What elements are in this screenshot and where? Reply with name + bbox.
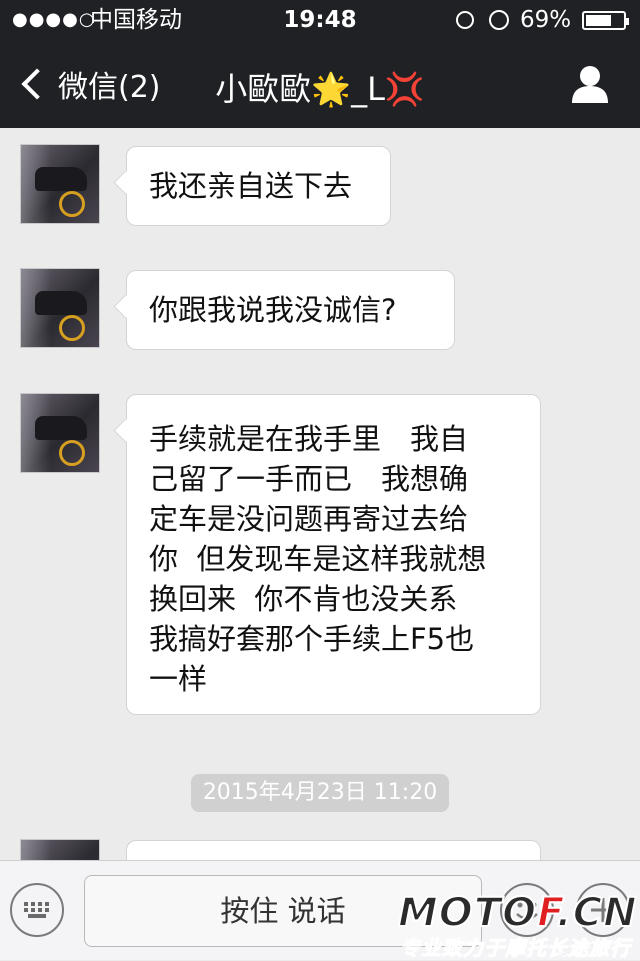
keyboard-toggle-button[interactable] xyxy=(10,883,64,937)
contact-avatar[interactable] xyxy=(20,144,100,224)
battery-tip xyxy=(626,18,629,25)
rotation-lock-icon xyxy=(456,11,474,29)
chat-area[interactable]: 我还亲自送下去 你跟我说我没诚信? 手续就是在我手里 我自 己留了一手而已 我想… xyxy=(0,128,640,860)
battery-fill xyxy=(586,15,611,26)
person-icon xyxy=(572,66,608,103)
chat-title: 小歐歐🌟_L💢 xyxy=(215,70,425,108)
message-bubble[interactable]: 你跟我说我没诚信? xyxy=(126,270,455,350)
message-text: 我搞好套那个手续上F5也 xyxy=(149,622,475,656)
status-bar: ●●●●○ 中国移动 19:48 69% xyxy=(0,0,640,40)
input-bar: 按住 说话 xyxy=(0,860,640,960)
message-bubble[interactable]: 手续就是在我手里 我自 己留了一手而已 我想确 定车是没问题再寄过去给 你 但发… xyxy=(126,394,541,715)
message-timestamp: 2015年4月23日 11:20 xyxy=(191,774,449,812)
plus-icon xyxy=(591,898,615,922)
message-text: 定车是没问题再寄过去给 xyxy=(149,502,469,536)
message-text: 换回来 你不肯也没关系 xyxy=(149,582,458,616)
message-bubble[interactable]: 我还亲自送下去 xyxy=(126,146,391,226)
message-text: 你跟我说我没诚信? xyxy=(149,293,397,327)
profile-button[interactable] xyxy=(570,64,610,104)
message-text: 我还亲自送下去 xyxy=(149,169,353,203)
alarm-icon xyxy=(489,10,509,30)
hold-to-talk-button[interactable]: 按住 说话 xyxy=(84,875,482,947)
contact-avatar[interactable] xyxy=(20,393,100,473)
smiley-icon xyxy=(516,902,538,920)
message-text: 一样 xyxy=(149,662,208,696)
emoji-button[interactable] xyxy=(500,883,554,937)
keyboard-icon xyxy=(24,902,50,918)
top-bar: ●●●●○ 中国移动 19:48 69% 微信(2) 小歐歐🌟_L💢 xyxy=(0,0,640,128)
contact-avatar[interactable] xyxy=(20,839,100,860)
message-text: 己留了一手而已 我想确 xyxy=(149,462,469,496)
contact-avatar[interactable] xyxy=(20,268,100,348)
message-text: 手续就是在我手里 我自 xyxy=(149,422,469,456)
message-bubble[interactable] xyxy=(126,840,541,860)
battery-icon xyxy=(582,11,629,30)
battery-percent: 69% xyxy=(520,7,572,33)
message-text: 你 但发现车是这样我就想 xyxy=(149,542,487,576)
nav-bar: 微信(2) 小歐歐🌟_L💢 xyxy=(0,40,640,128)
more-options-button[interactable] xyxy=(576,883,630,937)
